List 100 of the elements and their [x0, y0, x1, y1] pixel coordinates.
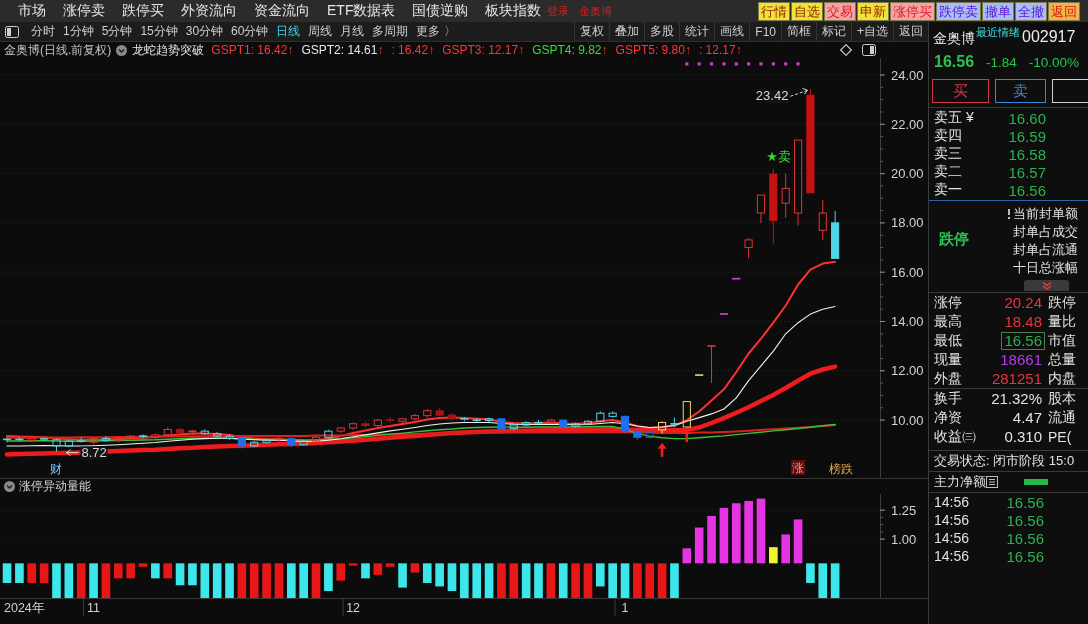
tick-time: 14:56 [934, 548, 971, 564]
indicator-bar [237, 563, 247, 598]
period-tab[interactable]: 分时 [31, 22, 55, 41]
candlestick [361, 420, 370, 428]
candlestick [52, 438, 61, 453]
candlestick [114, 436, 123, 443]
last-price: 16.56 [934, 53, 975, 71]
ask-price: 16.60 [1007, 109, 1046, 127]
tick-price: 16.56 [1005, 547, 1044, 565]
menu-item[interactable]: 板块指数 [485, 2, 542, 20]
indicator-name: 龙蛇趋势突破 [132, 42, 205, 58]
indicator-readout: GSPT3: 12.17↑ [442, 43, 525, 57]
axis-title: 2024年 [4, 601, 45, 615]
toolbar-button[interactable]: F10 [749, 22, 781, 41]
stat-label: 收益㈢ [934, 427, 974, 446]
menu-item[interactable]: 国债逆购 [412, 2, 469, 20]
period-tab[interactable]: 1分钟 [63, 22, 94, 41]
list-icon[interactable] [986, 476, 998, 488]
menu-item[interactable]: 跌停买 [122, 2, 164, 20]
candlestick [287, 436, 296, 448]
sidebar-toggle-icon[interactable] [5, 25, 19, 38]
candlestick [15, 436, 24, 443]
axis-label: 12 [346, 601, 361, 615]
stat-value: 0.310 [1003, 427, 1043, 446]
menu-item[interactable]: 涨停卖 [63, 2, 105, 20]
axis-label: 12.00 [891, 363, 924, 379]
toolbar-button[interactable]: 统计 [679, 22, 715, 41]
stat-label: 量比 [1047, 312, 1077, 331]
ask-price: 16.59 [1007, 127, 1046, 145]
trade-button[interactable]: 买 [932, 79, 989, 103]
menu-item[interactable]: 外资流向 [181, 2, 237, 20]
ask-level-label: 卖二 [934, 163, 963, 181]
candlestick [596, 410, 605, 424]
toolbar-button[interactable]: 多股 [644, 22, 680, 41]
stat-value: 18.48 [1003, 312, 1043, 331]
menu-item[interactable]: 资金流向 [254, 2, 310, 20]
chevron-circle-icon[interactable] [116, 44, 128, 56]
pointer-arrow-icon [789, 87, 808, 97]
quick-action-button[interactable]: 跌停卖 [936, 1, 981, 21]
period-tab[interactable]: 5分钟 [101, 22, 133, 41]
indicator-bar [756, 498, 766, 564]
trade-button[interactable]: 卖 [995, 79, 1046, 103]
toolbar-button[interactable]: 叠加 [609, 22, 645, 41]
axis-label: 18.00 [891, 215, 924, 231]
quick-action-button[interactable]: 申新 [857, 1, 889, 21]
indicator-bar [410, 563, 420, 573]
period-tab[interactable]: 多周期 [372, 22, 409, 41]
mood-link[interactable]: 最近情绪 [976, 25, 1020, 40]
indicator-bar [447, 563, 457, 592]
indicator-bar [76, 563, 86, 598]
candlestick [559, 419, 568, 428]
indicator-bar [398, 563, 407, 588]
period-tab[interactable]: 日线 [276, 22, 301, 41]
menu-item[interactable]: ETF数据表 [327, 2, 396, 20]
candlestick [373, 418, 382, 428]
toolbar-button[interactable]: +自选 [851, 22, 893, 41]
indicator-bar [596, 563, 605, 587]
candlestick [176, 426, 185, 435]
tick-price: 16.56 [1005, 511, 1044, 529]
quick-action-button[interactable]: 自选 [791, 1, 823, 21]
period-tab[interactable]: 周线 [308, 22, 333, 41]
candlestick [336, 426, 345, 434]
toolbar-button[interactable]: 标记 [816, 22, 851, 41]
stat-label: 流通 [1047, 408, 1077, 427]
tick-price: 16.56 [1005, 493, 1044, 511]
tick-time: 14:56 [934, 530, 971, 546]
candlestick [163, 426, 172, 437]
panel-toggle-icon[interactable] [862, 44, 876, 56]
stat-label: 最低 [934, 331, 963, 350]
menu-item[interactable]: 市场 [18, 2, 46, 20]
toolbar-button[interactable]: 返回 [893, 22, 928, 41]
period-tab[interactable]: 30分钟 [185, 22, 224, 41]
pointer-arrow-icon [66, 449, 79, 457]
indicator-bar [15, 563, 24, 583]
axis-label: 10.00 [891, 412, 924, 428]
toolbar-button[interactable]: 简框 [781, 22, 816, 41]
period-tab[interactable]: 15分钟 [140, 22, 178, 41]
candlestick [682, 401, 691, 428]
period-tab[interactable]: 更多 〉 [416, 22, 456, 41]
indicator-bar [731, 503, 741, 564]
candlestick [583, 419, 592, 426]
candlestick [608, 410, 617, 419]
indicator-readout: GSPT1: 16.42↑ [211, 43, 294, 57]
candlestick [707, 345, 716, 384]
period-tab[interactable]: 60分钟 [231, 22, 269, 41]
toolbar-button[interactable]: 画线 [714, 22, 750, 41]
indicator-bar [793, 519, 803, 564]
candlestick [435, 407, 444, 417]
stat-label: 现量 [934, 350, 963, 369]
chevron-circle-icon[interactable] [4, 481, 15, 492]
quick-action-button[interactable]: 行情 [758, 1, 790, 21]
quick-action-button[interactable]: 撤单 [982, 1, 1014, 21]
quick-action-button[interactable]: 全撤 [1015, 1, 1047, 21]
toolbar-button[interactable]: 复权 [574, 22, 610, 41]
indicator-bar [212, 563, 222, 598]
candlestick [645, 429, 654, 440]
cut-off-button[interactable] [1052, 79, 1088, 103]
expand-button[interactable] [1024, 280, 1069, 291]
period-tab[interactable]: 月线 [340, 22, 365, 41]
diamond-icon[interactable] [840, 44, 852, 56]
